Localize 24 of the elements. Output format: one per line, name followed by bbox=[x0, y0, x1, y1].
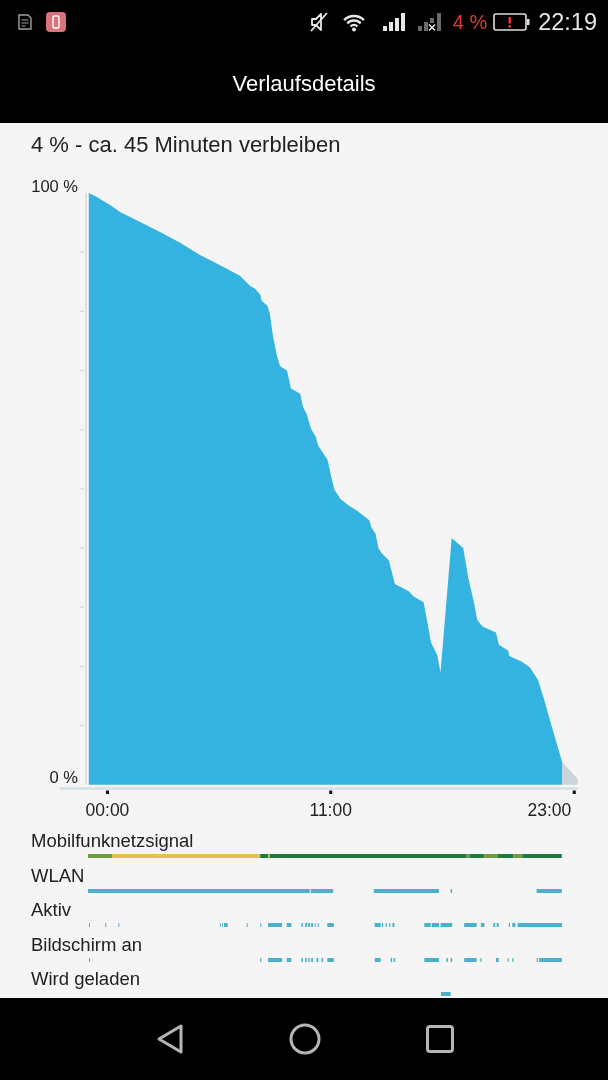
no-signal-icon bbox=[416, 12, 442, 32]
axis-label: 11:00 bbox=[309, 799, 352, 820]
battery-alert-icon bbox=[493, 13, 531, 31]
mute-icon bbox=[308, 11, 329, 33]
timeline-label: Mobilfunknetzsignal bbox=[31, 831, 194, 851]
clock-time: 22:19 bbox=[538, 8, 597, 36]
charging-timeline bbox=[440, 992, 451, 997]
timeline-label: Aktiv bbox=[31, 900, 72, 921]
timeline-label: Wird geladen bbox=[31, 969, 140, 990]
axis-label: 100 % bbox=[31, 177, 78, 195]
app-notification-icon bbox=[46, 12, 66, 32]
document-icon bbox=[17, 14, 33, 30]
recents-icon[interactable] bbox=[426, 1025, 454, 1053]
axis-label: 0 % bbox=[49, 767, 78, 786]
back-icon[interactable] bbox=[156, 1023, 184, 1055]
axis-label: 00:00 bbox=[85, 799, 130, 820]
timeline-label: WLAN bbox=[31, 865, 85, 886]
battery-percent: 4 % bbox=[452, 10, 488, 34]
timeline-label: Bildschirm an bbox=[31, 934, 143, 955]
axis-label: 23:00 bbox=[527, 799, 572, 820]
signal-icon bbox=[381, 12, 406, 32]
battery-estimate-text: 4 % - ca. 45 Minuten verbleiben bbox=[31, 133, 341, 157]
screen-title: Verlaufsdetails bbox=[232, 70, 376, 97]
home-icon[interactable] bbox=[289, 1023, 321, 1055]
